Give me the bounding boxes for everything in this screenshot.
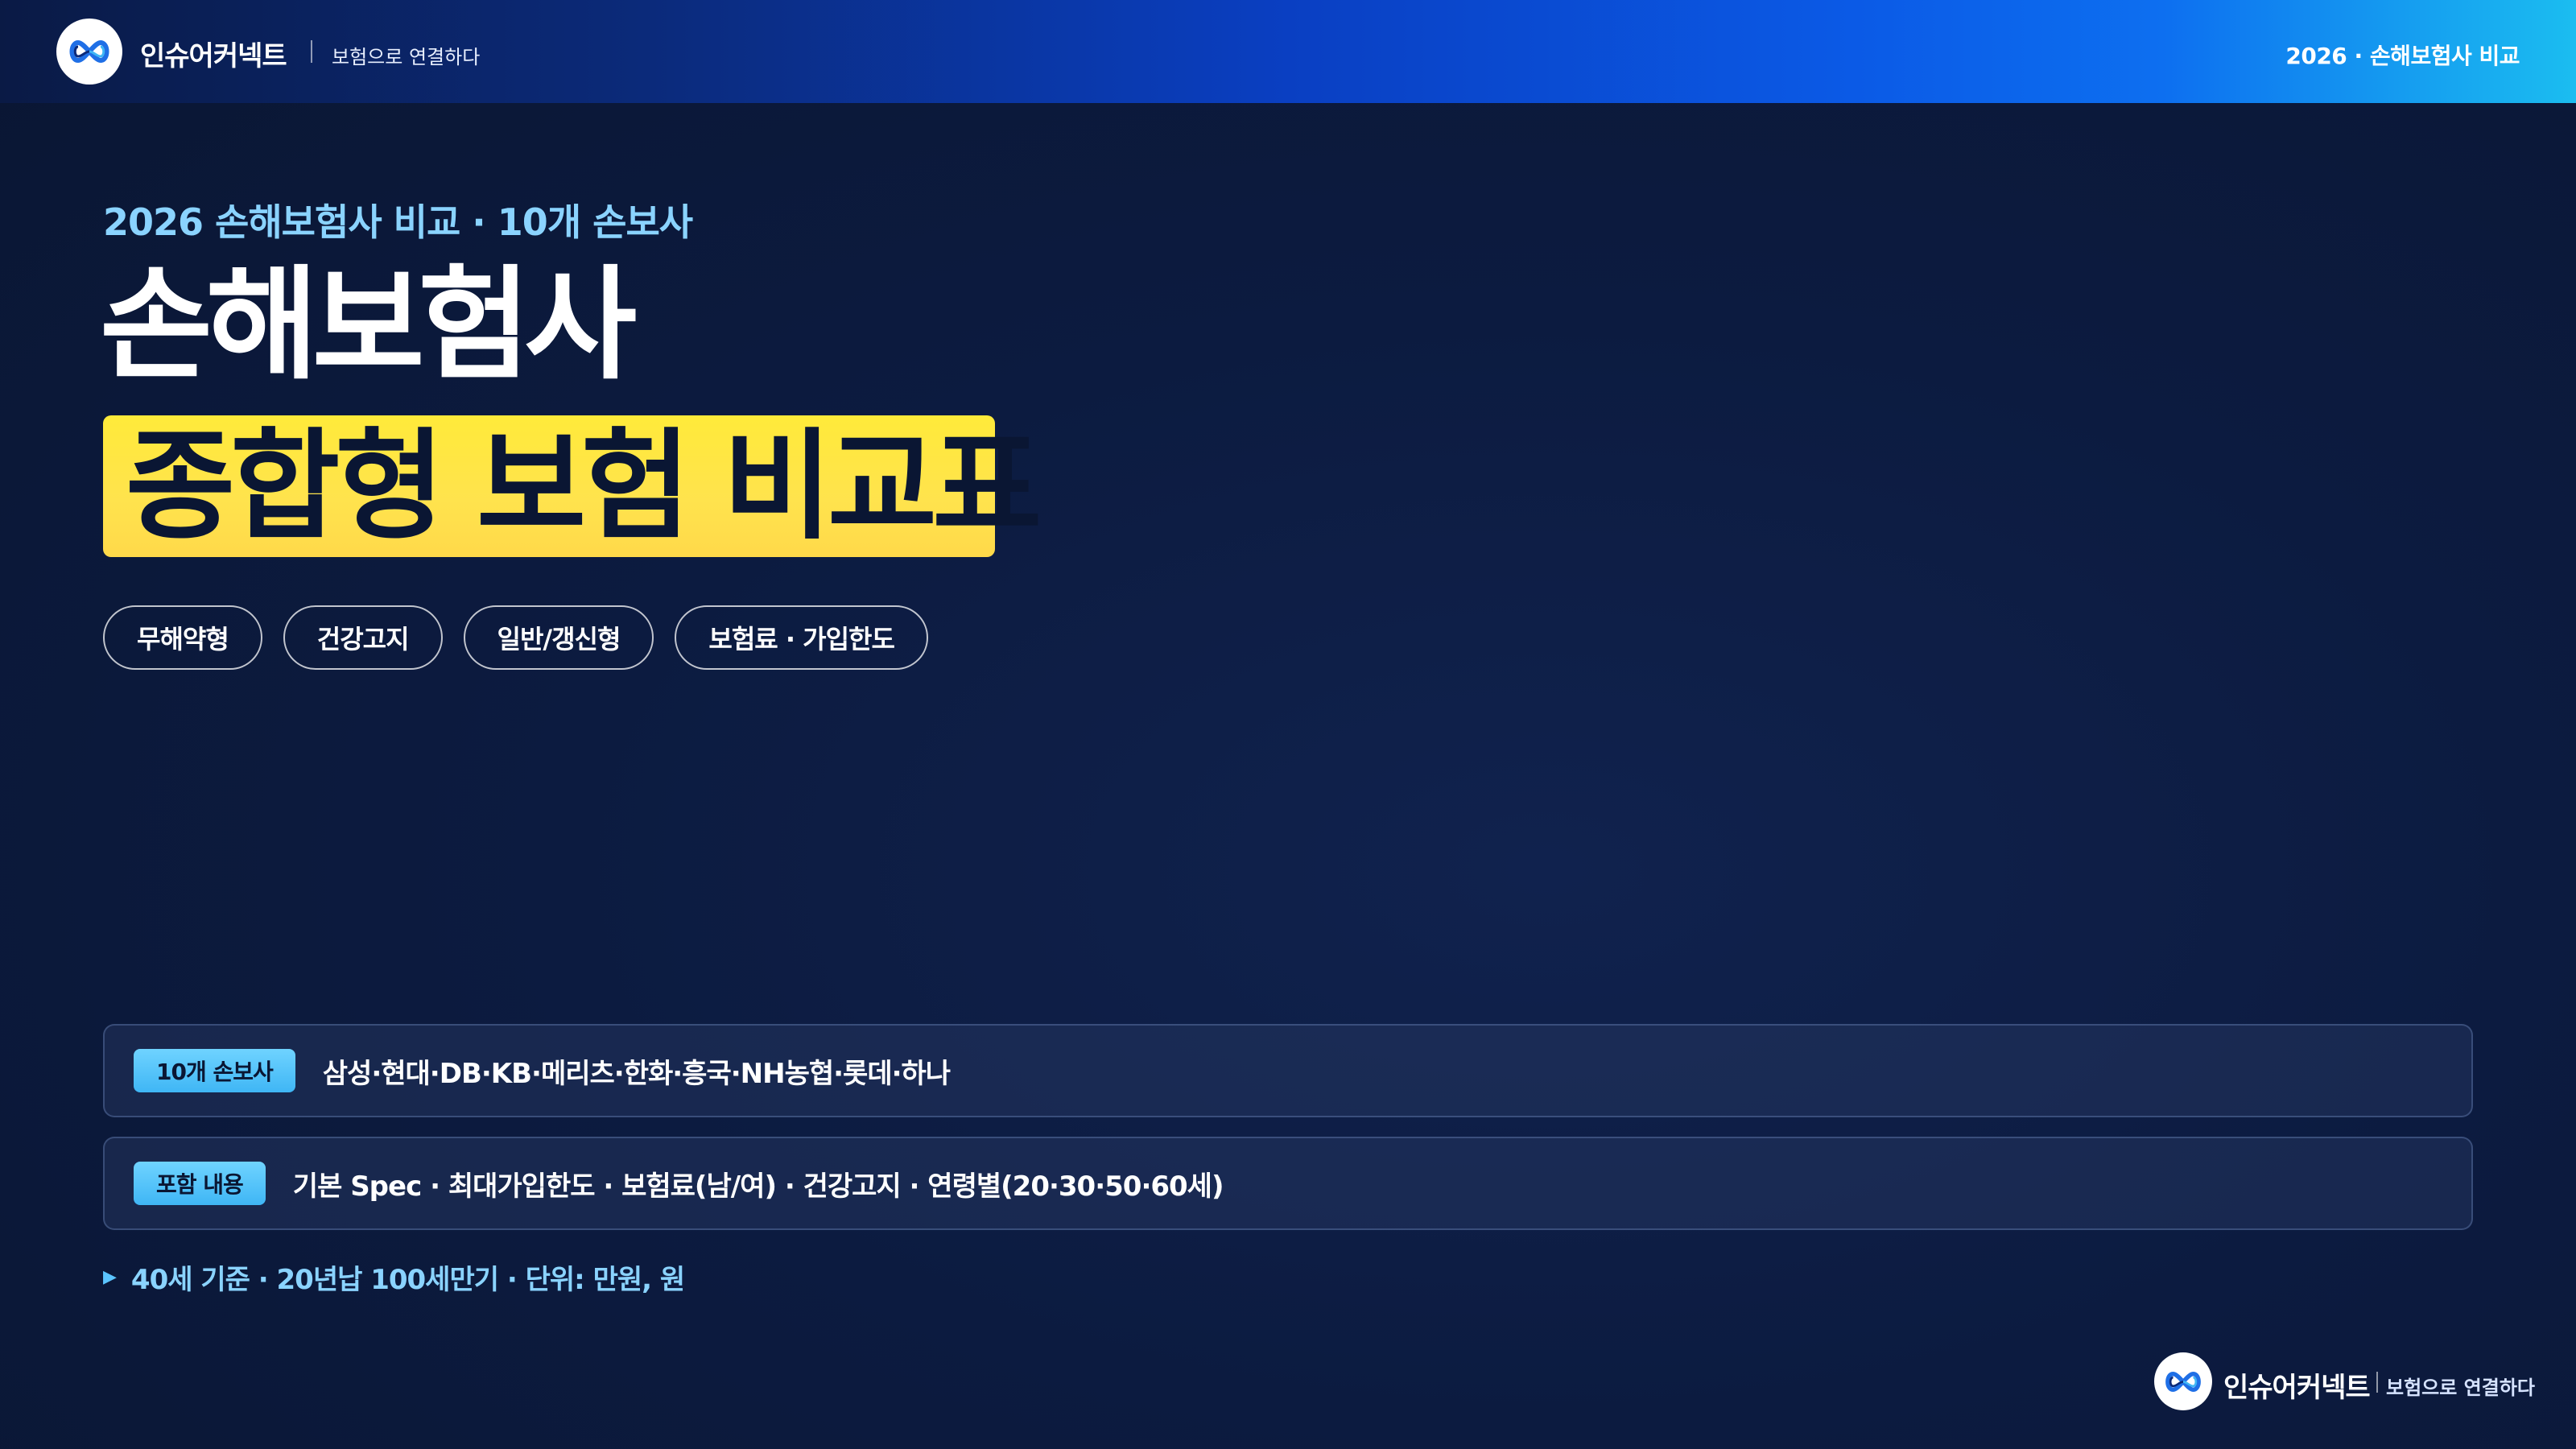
footer-brand-name[interactable]: 인슈어커넥트 (2223, 1365, 2371, 1405)
top-header: 인슈어커넥트 보험으로 연결하다 2026 · 손해보험사 비교 (0, 0, 2576, 103)
eyebrow-text: 2026 손해보험사 비교 · 10개 손보사 (103, 200, 693, 244)
triangle-right-icon: ▶ (103, 1267, 117, 1287)
insurers-list-text: 삼성·현대·DB·KB·메리츠·한화·흥국·NH농협·롯데·하나 (322, 1057, 951, 1090)
contents-list-text: 기본 Spec · 최대가입한도 · 보험료(남/여) · 건강고지 · 연령별… (292, 1170, 1224, 1203)
infinity-logo-icon (69, 40, 109, 63)
contents-info-box: 포함 내용 기본 Spec · 최대가입한도 · 보험료(남/여) · 건강고지… (103, 1137, 2473, 1230)
page: 인슈어커넥트 보험으로 연결하다 2026 · 손해보험사 비교 2026 손해… (0, 0, 2576, 1449)
basis-note: ▶ 40세 기준 · 20년납 100세만기 · 단위: 만원, 원 (103, 1257, 685, 1297)
page-title-line1: 손해보험사 (100, 254, 637, 396)
insurers-badge: 10개 손보사 (134, 1049, 295, 1092)
chip-health-notice[interactable]: 건강고지 (283, 605, 443, 670)
chip-no-surrender[interactable]: 무해약형 (103, 605, 262, 670)
insurers-info-box: 10개 손보사 삼성·현대·DB·KB·메리츠·한화·흥국·NH농협·롯데·하나 (103, 1024, 2473, 1117)
page-title-line2: 종합형 보험 비교표 (126, 417, 1042, 555)
chip-general-renewal[interactable]: 일반/갱신형 (463, 605, 654, 670)
brand-name[interactable]: 인슈어커넥트 (140, 34, 287, 73)
brand-logo[interactable] (56, 19, 122, 85)
tag-chip-list: 무해약형 건강고지 일반/갱신형 보험료 · 가입한도 (103, 605, 928, 670)
chip-premium-limit[interactable]: 보험료 · 가입한도 (675, 605, 928, 670)
brand-tagline: 보험으로 연결하다 (332, 46, 481, 68)
header-right-label: 2026 · 손해보험사 비교 (2285, 43, 2520, 69)
footer-brand-logo[interactable] (2154, 1352, 2212, 1410)
infinity-logo-icon (2165, 1371, 2201, 1392)
contents-badge: 포함 내용 (134, 1162, 266, 1205)
header-divider (311, 40, 312, 63)
basis-note-text: 40세 기준 · 20년납 100세만기 · 단위: 만원, 원 (130, 1264, 685, 1296)
footer-brand-tagline: 보험으로 연결하다 (2386, 1377, 2535, 1399)
footer-divider (2376, 1372, 2378, 1393)
